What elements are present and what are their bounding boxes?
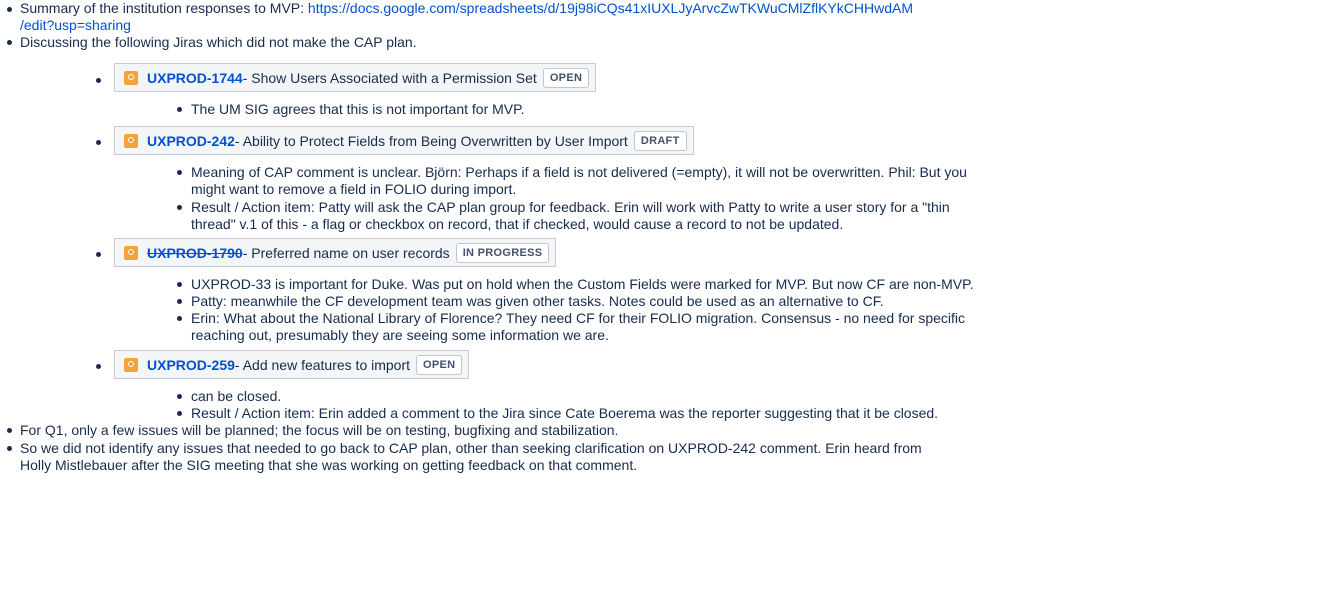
jira-note-continued: thread" v.1 of this - a flag or checkbox… bbox=[191, 216, 844, 232]
jira-summary: - Ability to Protect Fields from Being O… bbox=[234, 132, 628, 149]
jira-note-continued: reaching out, presumably they are seeing… bbox=[191, 327, 609, 343]
bullet bbox=[177, 205, 182, 210]
jira-note: UXPROD-33 is important for Duke. Was put… bbox=[191, 276, 974, 292]
jira-summary: - Preferred name on user records bbox=[242, 244, 450, 261]
jira-note: Erin: What about the National Library of… bbox=[191, 310, 966, 326]
status-badge: IN PROGRESS bbox=[455, 242, 550, 263]
bullet bbox=[177, 299, 182, 304]
status-badge: OPEN bbox=[416, 354, 463, 375]
meeting-notes: Summary of the institution responses to … bbox=[0, 0, 1331, 592]
jira-issue-uxprod-259[interactable]: UXPROD-259 - Add new features to import … bbox=[114, 350, 470, 379]
jira-note: can be closed. bbox=[191, 388, 282, 404]
status-badge: DRAFT bbox=[633, 130, 687, 151]
jira-issue-uxprod-242[interactable]: UXPROD-242 - Ability to Protect Fields f… bbox=[114, 126, 694, 155]
bullet bbox=[96, 140, 101, 145]
jira-note: Result / Action item: Erin added a comme… bbox=[191, 405, 939, 421]
bullet bbox=[96, 252, 101, 257]
summary-link-wrap: /edit?usp=sharing bbox=[20, 17, 131, 34]
jira-issue-uxprod-1790[interactable]: UXPROD-1790 - Preferred name on user rec… bbox=[114, 238, 557, 267]
bullet bbox=[96, 78, 101, 83]
summary-prefix: Summary of the institution responses to … bbox=[20, 0, 308, 16]
bullet bbox=[177, 411, 182, 416]
jira-note: Meaning of CAP comment is unclear. Björn… bbox=[191, 164, 967, 180]
jira-key-link[interactable]: UXPROD-259 bbox=[147, 357, 235, 373]
jira-summary: - Add new features to import bbox=[234, 356, 411, 373]
jira-issue-uxprod-1744[interactable]: UXPROD-1744 - Show Users Associated with… bbox=[114, 63, 597, 92]
bullet bbox=[7, 428, 12, 433]
jira-story-icon bbox=[124, 357, 138, 372]
discussing-item: Discussing the following Jiras which did… bbox=[20, 34, 417, 50]
jira-note: The UM SIG agrees that this is not impor… bbox=[191, 101, 525, 117]
jira-key-link[interactable]: UXPROD-1744 bbox=[147, 70, 243, 86]
bullet bbox=[177, 316, 182, 321]
jira-note: Result / Action item: Patty will ask the… bbox=[191, 199, 950, 215]
jira-story-icon bbox=[124, 70, 138, 85]
bullet bbox=[7, 40, 12, 45]
summary-item: Summary of the institution responses to … bbox=[20, 0, 913, 17]
bullet bbox=[7, 7, 12, 12]
bullet bbox=[96, 364, 101, 369]
jira-story-icon bbox=[124, 245, 138, 260]
bullet bbox=[177, 282, 182, 287]
jira-key-link[interactable]: UXPROD-242 bbox=[147, 133, 235, 149]
bullet bbox=[177, 170, 182, 175]
q1-item: For Q1, only a few issues will be planne… bbox=[20, 422, 619, 438]
bullet bbox=[177, 107, 182, 112]
spreadsheet-link-continued[interactable]: /edit?usp=sharing bbox=[20, 17, 131, 33]
spreadsheet-link[interactable]: https://docs.google.com/spreadsheets/d/1… bbox=[308, 0, 913, 16]
conclusion-item: So we did not identify any issues that n… bbox=[20, 440, 922, 456]
jira-summary: - Show Users Associated with a Permissio… bbox=[242, 69, 537, 86]
bullet bbox=[177, 394, 182, 399]
jira-key-link[interactable]: UXPROD-1790 bbox=[147, 245, 243, 261]
jira-story-icon bbox=[124, 133, 138, 148]
status-badge: OPEN bbox=[542, 67, 590, 88]
jira-note: Patty: meanwhile the CF development team… bbox=[191, 293, 884, 309]
conclusion-item-continued: Holly Mistlebauer after the SIG meeting … bbox=[20, 457, 638, 473]
bullet bbox=[7, 446, 12, 451]
jira-note-continued: might want to remove a field in FOLIO du… bbox=[191, 181, 517, 197]
